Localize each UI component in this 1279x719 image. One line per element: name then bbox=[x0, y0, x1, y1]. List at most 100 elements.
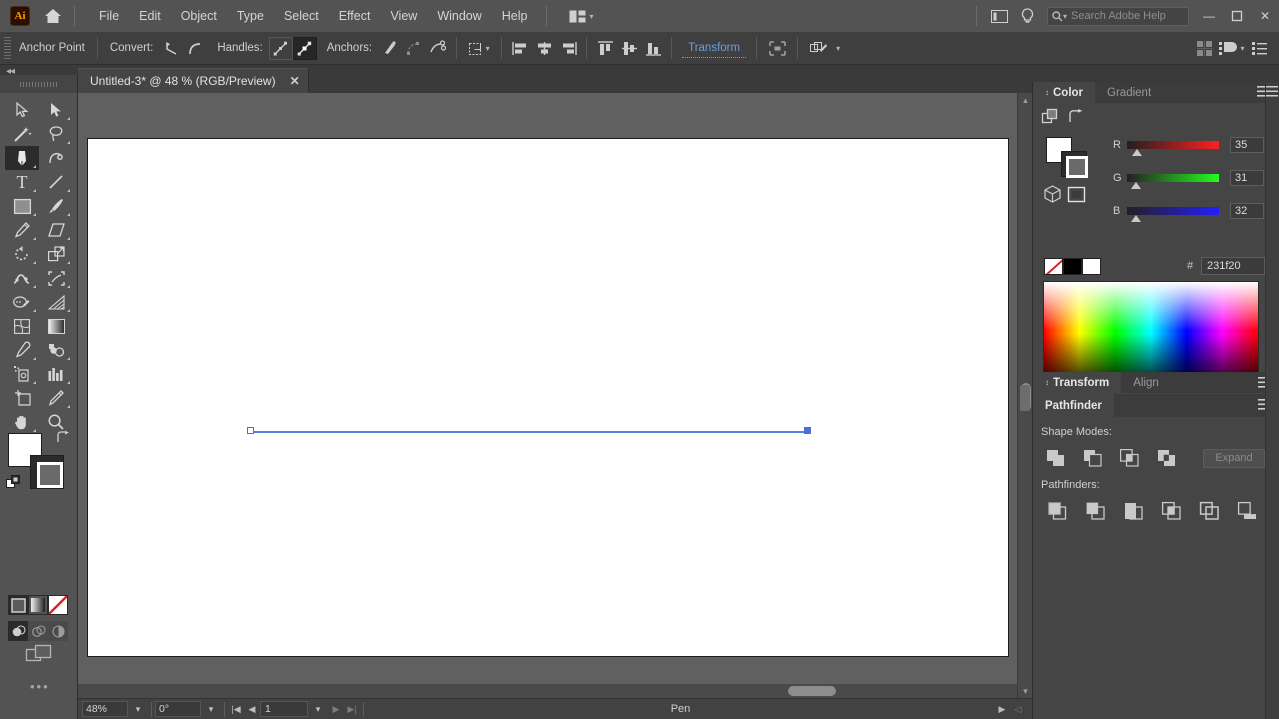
search-input[interactable]: ▾ Search Adobe Help bbox=[1047, 6, 1189, 26]
gradient-icon[interactable] bbox=[28, 595, 48, 615]
switch-workspace-icon[interactable] bbox=[985, 2, 1013, 30]
transform-link[interactable]: Transform bbox=[682, 39, 747, 58]
toolbar-grip[interactable] bbox=[0, 75, 78, 93]
hand-tool[interactable] bbox=[5, 410, 39, 434]
free-transform-tool[interactable] bbox=[39, 266, 73, 290]
slice-tool[interactable] bbox=[39, 386, 73, 410]
align-panel-icon[interactable] bbox=[763, 37, 791, 60]
none-swatch[interactable] bbox=[1044, 258, 1063, 275]
pencil-tool[interactable] bbox=[5, 218, 39, 242]
tab-align[interactable]: Align bbox=[1121, 372, 1171, 393]
crop-icon[interactable] bbox=[1159, 500, 1184, 522]
artboard-tool[interactable] bbox=[5, 386, 39, 410]
current-tool-status[interactable]: Pen bbox=[367, 703, 994, 715]
direct-selection-tool[interactable] bbox=[39, 98, 73, 122]
merge-icon[interactable] bbox=[1121, 500, 1146, 522]
gradient-tool[interactable] bbox=[39, 314, 73, 338]
close-icon[interactable]: ✕ bbox=[290, 74, 300, 88]
slider-track-g[interactable] bbox=[1127, 174, 1219, 189]
slider-handle-b[interactable] bbox=[1131, 215, 1141, 222]
home-icon[interactable] bbox=[40, 3, 66, 29]
perspective-grid-tool[interactable] bbox=[39, 290, 73, 314]
dock-options-icon[interactable] bbox=[1266, 86, 1278, 100]
artboard[interactable] bbox=[87, 138, 1009, 657]
canvas-area[interactable] bbox=[78, 93, 1032, 698]
unite-icon[interactable] bbox=[1043, 447, 1068, 469]
tab-pathfinder[interactable]: Pathfinder bbox=[1033, 394, 1114, 417]
artboard-number-field[interactable]: 1 bbox=[260, 701, 308, 717]
line-segment-tool[interactable] bbox=[39, 170, 73, 194]
hex-input[interactable]: 231f20 bbox=[1201, 257, 1265, 275]
white-swatch[interactable] bbox=[1082, 258, 1101, 275]
shape-builder-tool[interactable] bbox=[5, 290, 39, 314]
arrange-documents-icon[interactable]: ▾ bbox=[563, 6, 600, 27]
draw-inside-icon[interactable] bbox=[48, 621, 68, 641]
previous-artboard-icon[interactable]: ◀ bbox=[244, 701, 260, 718]
tab-color[interactable]: ↕ Color bbox=[1033, 82, 1096, 103]
align-horizontal-center-icon[interactable] bbox=[532, 37, 556, 60]
canvas-horizontal-scrollbar[interactable] bbox=[78, 684, 1017, 698]
menu-view[interactable]: View bbox=[380, 4, 427, 28]
expand-button[interactable]: Expand bbox=[1203, 448, 1265, 468]
align-right-icon[interactable] bbox=[556, 37, 580, 60]
color-value-g[interactable]: 31 bbox=[1230, 170, 1264, 186]
align-top-icon[interactable] bbox=[593, 37, 617, 60]
open-anchor-point[interactable] bbox=[247, 427, 254, 434]
default-fill-stroke-icon[interactable] bbox=[6, 475, 21, 493]
none-icon[interactable] bbox=[48, 595, 68, 615]
cut-path-icon[interactable] bbox=[426, 37, 450, 60]
status-collapse-icon[interactable]: ◁ bbox=[1010, 701, 1026, 718]
artboard-dropdown-icon[interactable]: ▾ bbox=[308, 701, 328, 718]
align-to-icon[interactable]: ▾ bbox=[1217, 37, 1247, 60]
first-artboard-icon[interactable]: |◀ bbox=[228, 701, 244, 718]
trim-icon[interactable] bbox=[1083, 500, 1108, 522]
flat-color-icon[interactable] bbox=[8, 595, 28, 615]
menu-object[interactable]: Object bbox=[171, 4, 227, 28]
rectangle-tool[interactable] bbox=[5, 194, 39, 218]
magic-wand-tool[interactable] bbox=[5, 122, 39, 146]
rotation-field[interactable]: 0° bbox=[155, 701, 201, 717]
tab-gradient[interactable]: Gradient bbox=[1095, 82, 1163, 103]
next-artboard-icon[interactable]: ▶ bbox=[328, 701, 344, 718]
eraser-tool[interactable] bbox=[39, 218, 73, 242]
options-list-icon[interactable] bbox=[1247, 37, 1271, 60]
filled-anchor-point[interactable] bbox=[804, 427, 811, 434]
swap-fill-stroke-icon[interactable] bbox=[1067, 109, 1083, 126]
maximize-button[interactable] bbox=[1223, 0, 1251, 32]
slider-track-b[interactable] bbox=[1127, 207, 1219, 222]
slider-handle-r[interactable] bbox=[1132, 149, 1142, 156]
rotation-dropdown-icon[interactable]: ▾ bbox=[201, 701, 221, 718]
tab-transform[interactable]: ↕ Transform bbox=[1033, 372, 1122, 393]
color-value-r[interactable]: 35 bbox=[1230, 137, 1264, 153]
control-bar-grip[interactable] bbox=[4, 37, 11, 59]
horizontal-scroll-thumb[interactable] bbox=[788, 686, 836, 696]
menu-help[interactable]: Help bbox=[492, 4, 538, 28]
panel-collapse-handle[interactable] bbox=[1020, 385, 1030, 411]
convert-to-smooth-icon[interactable] bbox=[183, 37, 207, 60]
paintbrush-tool[interactable] bbox=[39, 194, 73, 218]
selection-tool[interactable] bbox=[5, 98, 39, 122]
draw-behind-icon[interactable] bbox=[28, 621, 48, 641]
width-tool[interactable] bbox=[5, 266, 39, 290]
minus-front-icon[interactable] bbox=[1080, 447, 1105, 469]
remove-anchor-icon[interactable] bbox=[378, 37, 402, 60]
selected-path[interactable] bbox=[251, 431, 810, 433]
type-tool[interactable]: T bbox=[5, 170, 39, 194]
shape-builder-icon[interactable] bbox=[804, 37, 834, 60]
exclude-icon[interactable] bbox=[1154, 447, 1179, 469]
menu-window[interactable]: Window bbox=[427, 4, 491, 28]
mesh-tool[interactable] bbox=[5, 314, 39, 338]
symbol-sprayer-tool[interactable] bbox=[5, 362, 39, 386]
pen-tool[interactable] bbox=[5, 146, 39, 170]
chevron-down-icon[interactable]: ▾ bbox=[836, 44, 840, 53]
minus-back-icon[interactable] bbox=[1235, 500, 1260, 522]
document-tab[interactable]: Untitled-3* @ 48 % (RGB/Preview) ✕ bbox=[78, 68, 309, 93]
black-swatch[interactable] bbox=[1063, 258, 1082, 275]
scroll-up-icon[interactable]: ▲ bbox=[1018, 93, 1033, 107]
change-screen-mode-icon[interactable] bbox=[25, 644, 52, 668]
intersect-icon[interactable] bbox=[1117, 447, 1142, 469]
menu-file[interactable]: File bbox=[89, 4, 129, 28]
color-stroke-swatch[interactable] bbox=[1061, 151, 1088, 178]
zoom-level-field[interactable]: 48% bbox=[82, 701, 128, 717]
out-of-web-gamut-icon[interactable] bbox=[1067, 186, 1086, 205]
